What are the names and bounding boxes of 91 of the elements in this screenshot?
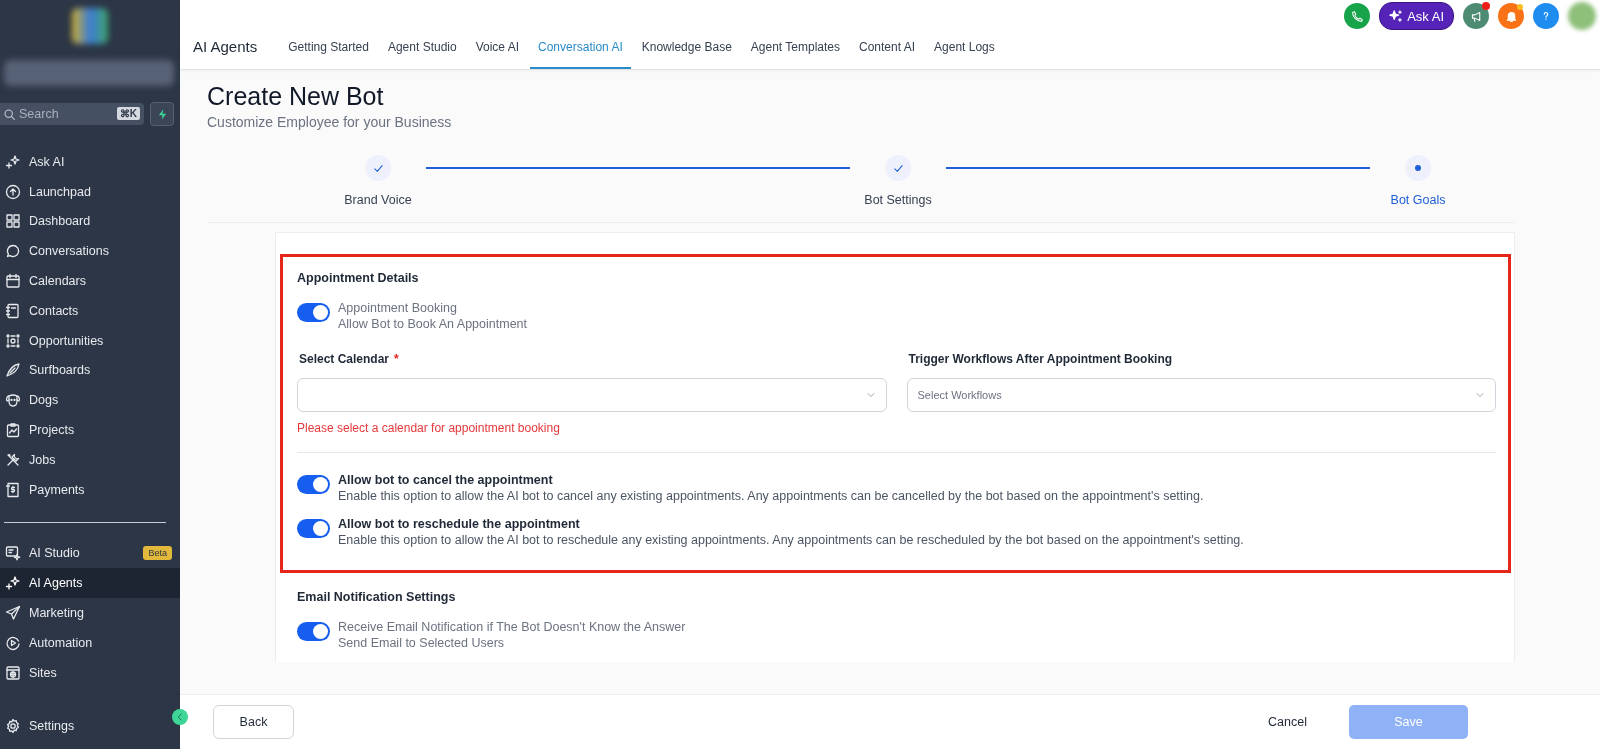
required-asterisk: * [394,352,399,366]
beta-badge: Beta [143,546,172,561]
browser-icon [5,664,21,681]
toggle-description: Enable this option to allow the AI bot to cancel any existing appointments. Any appointments can be cancelled by the bot based on the appointment's setting. [338,488,1204,504]
clipboard-icon [5,422,21,439]
section-title: Appointment Details [297,271,420,285]
shortcut-hint: ⌘K [116,107,140,120]
screen-sparkle-icon [5,545,21,562]
cancel-button[interactable]: Cancel [1268,715,1307,729]
section-title: Email Notification Settings [297,590,457,604]
account-switcher[interactable] [4,60,174,86]
select-field[interactable]: Select Workflows [906,378,1496,412]
field-label: Select Calendar [299,352,390,366]
quick-action-button[interactable] [150,102,174,126]
notification-dot [1517,4,1523,10]
sidebar-item[interactable]: Ask AI [0,147,180,177]
ask-ai-button[interactable]: Ask AI [1379,2,1454,30]
sidebar-item[interactable]: Contacts [0,296,180,326]
step-label: Bot Settings [864,193,932,207]
chat-bubble-icon [5,243,21,260]
toggle-label: Appointment Booking [338,300,458,316]
sparkle-icon [5,575,21,592]
announcement-button[interactable] [1463,3,1489,29]
bell-icon [1504,9,1518,23]
tools-icon [5,451,21,468]
nav-tab[interactable]: Knowledge Base [633,40,740,69]
sidebar-item[interactable]: Sites [0,657,180,688]
step-label: Bot Goals [1390,193,1446,207]
nav-tab[interactable]: Getting Started [280,40,377,69]
collapse-sidebar-button[interactable] [172,709,188,725]
notebook-icon [5,302,21,319]
phone-icon [1350,9,1364,23]
sidebar-item[interactable]: Launchpad [0,176,180,207]
paper-plane-icon [5,605,21,622]
play-circle-icon [5,634,21,651]
toggle-label: Receive Email Notification if The Bot Doesn't Know the Answer [338,619,686,635]
sidebar-item[interactable]: Surfboards [0,355,180,386]
sidebar-item[interactable]: Jobs [0,444,180,475]
page-subtitle: Customize Employee for your Business [207,114,453,130]
toggle-switch[interactable] [297,475,330,494]
calendar-icon [5,273,21,290]
receipt-icon [5,481,21,498]
surfboard-icon [5,362,21,379]
select-field[interactable] [297,378,887,412]
sidebar-item[interactable]: Automation [0,627,180,658]
sidebar-item[interactable]: AI Agents [0,568,180,599]
nav-tab[interactable]: Conversation AI [530,40,631,69]
sidebar-item[interactable]: Settings [0,711,168,741]
nav-tab[interactable]: Content AI [851,40,924,69]
toggle-switch[interactable] [297,519,330,538]
sparkle-icon [5,153,21,170]
notifications-button[interactable] [1498,3,1524,29]
logo-placeholder [72,8,108,44]
nav-tab[interactable]: Agent Studio [379,40,465,69]
sidebar-item[interactable]: Conversations [0,236,180,267]
nav-tab[interactable]: Voice AI [467,40,528,69]
megaphone-icon [1469,9,1483,23]
toggle-description: Send Email to Selected Users [338,635,506,651]
toggle-description: Enable this option to allow the AI bot to reschedule any existing appointments. Any appointments can be rescheduled by the bot based on the appointment's setting. [338,532,1244,548]
chevron-left-icon [175,712,185,722]
back-button[interactable]: Back [213,705,294,739]
toggle-label: Allow bot to cancel the appointment [338,472,554,488]
grid-icon [5,213,21,230]
dog-icon [5,392,21,409]
step-label: Brand Voice [344,193,412,207]
page-title: Create New Bot [207,82,385,111]
phone-button[interactable] [1344,3,1371,29]
search-icon [3,108,16,121]
gear-icon [5,718,21,735]
sidebar-item[interactable]: Calendars [0,266,180,296]
dots-icon [5,332,21,349]
toggle-label: Allow bot to reschedule the appointment [338,516,581,532]
error-message: Please select a calendar for appointment booking [297,421,561,435]
notification-dot [1482,2,1490,10]
sidebar-item[interactable]: Payments [0,474,180,505]
nav-tab[interactable]: Agent Logs [926,40,1003,69]
sidebar-item[interactable]: Dogs [0,385,180,416]
sparkle-icon [1389,9,1404,23]
sidebar-item[interactable]: Marketing [0,598,180,628]
toggle-switch[interactable] [297,303,330,322]
toggle-description: Allow Bot to Book An Appointment [338,316,527,332]
nav-tab[interactable]: Agent Templates [742,40,848,69]
sidebar-item[interactable]: Dashboard [0,206,180,237]
arrow-circle-icon [5,183,21,200]
sidebar-item[interactable]: Opportunities [0,325,180,356]
sidebar-item[interactable]: Projects [0,415,180,445]
sidebar-item[interactable]: AI Studio Beta [0,538,180,569]
help-button[interactable] [1533,3,1559,29]
toggle-switch[interactable] [297,622,330,641]
app-title: AI Agents [193,38,258,55]
field-label: Trigger Workflows After Appointment Booking [908,352,1173,366]
